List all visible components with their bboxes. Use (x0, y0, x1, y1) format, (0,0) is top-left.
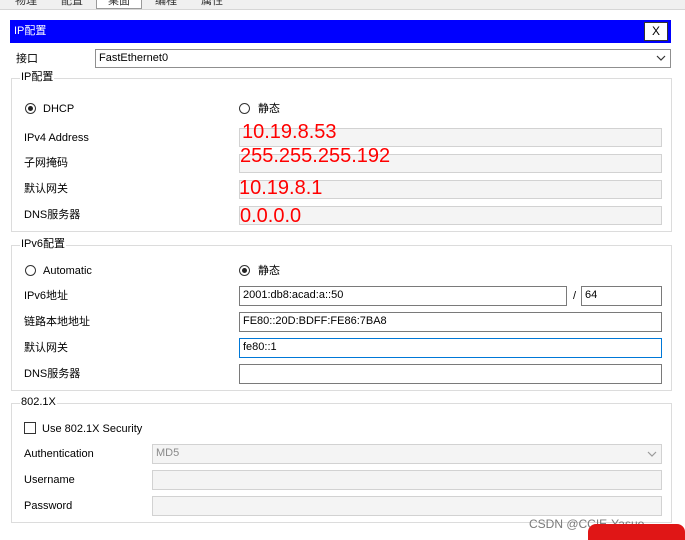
logo-icon (588, 524, 685, 540)
interface-value: FastEthernet0 (99, 52, 169, 64)
close-button[interactable]: X (644, 22, 668, 41)
link-local-label: 链路本地地址 (24, 316, 90, 328)
dot1x-group-title: 802.1X (20, 396, 57, 409)
ipv6-dns-label: DNS服务器 (24, 368, 81, 380)
dhcp-radio[interactable] (25, 103, 36, 114)
ipv4-dns-label: DNS服务器 (24, 209, 81, 221)
link-local-input[interactable]: FE80::20D:BDFF:FE86:7BA8 (239, 312, 662, 332)
ipv6-address-input[interactable]: 2001:db8:acad:a::50 (239, 286, 567, 306)
ipv4-gateway-value: 10.19.8.1 (239, 177, 323, 199)
window-titlebar: IP配置 X (10, 20, 671, 43)
ipv6-automatic-radio[interactable] (25, 265, 36, 276)
username-input[interactable] (152, 470, 662, 490)
ipv6-static-label: 静态 (258, 265, 280, 277)
tab-strip: 物理 配置 桌面 编程 属性 (0, 0, 685, 10)
ipv6-prefix-input[interactable]: 64 (581, 286, 662, 306)
tab-programming[interactable]: 编程 (146, 0, 186, 8)
ipv6-dns-input[interactable] (239, 364, 662, 384)
ipv6-static-radio[interactable] (239, 265, 250, 276)
subnet-mask-value: 255.255.255.192 (240, 145, 391, 167)
prefix-separator: / (573, 290, 577, 302)
dhcp-label: DHCP (43, 103, 75, 115)
close-icon: X (651, 24, 660, 38)
tab-attributes[interactable]: 属性 (190, 0, 234, 8)
chevron-down-icon (656, 55, 666, 61)
authentication-value: MD5 (156, 447, 180, 459)
tab-desktop[interactable]: 桌面 (96, 0, 142, 9)
ipv4-address-label: IPv4 Address (24, 132, 89, 144)
password-label: Password (24, 500, 73, 512)
use-dot1x-label: Use 802.1X Security (42, 423, 143, 435)
tab-config[interactable]: 配置 (52, 0, 92, 8)
ipv6-group-title: IPv6配置 (20, 238, 67, 251)
ipv4-static-radio[interactable] (239, 103, 250, 114)
ipv6-gateway-input[interactable]: fe80::1 (239, 338, 662, 358)
chevron-down-icon (647, 451, 657, 457)
ipv4-dns-input[interactable] (239, 206, 662, 225)
interface-select[interactable]: FastEthernet0 (95, 49, 671, 68)
ipv4-gateway-label: 默认网关 (24, 183, 68, 195)
ipv6-address-label: IPv6地址 (24, 290, 69, 302)
ipv4-dns-value: 0.0.0.0 (240, 205, 302, 227)
username-label: Username (24, 474, 75, 486)
interface-label: 接口 (16, 53, 38, 65)
ipv4-static-label: 静态 (258, 103, 280, 115)
password-input[interactable] (152, 496, 662, 516)
ipv4-address-value: 10.19.8.53 (242, 121, 337, 143)
subnet-mask-label: 子网掩码 (24, 157, 68, 169)
use-dot1x-checkbox[interactable] (24, 422, 36, 434)
authentication-label: Authentication (24, 448, 94, 460)
ipv6-automatic-label: Automatic (43, 265, 92, 277)
ipv4-group-title: IP配置 (20, 71, 55, 84)
window-title: IP配置 (14, 25, 47, 37)
ipv6-gateway-label: 默认网关 (24, 342, 68, 354)
authentication-select[interactable]: MD5 (152, 444, 662, 464)
tab-physical[interactable]: 物理 (6, 0, 46, 8)
